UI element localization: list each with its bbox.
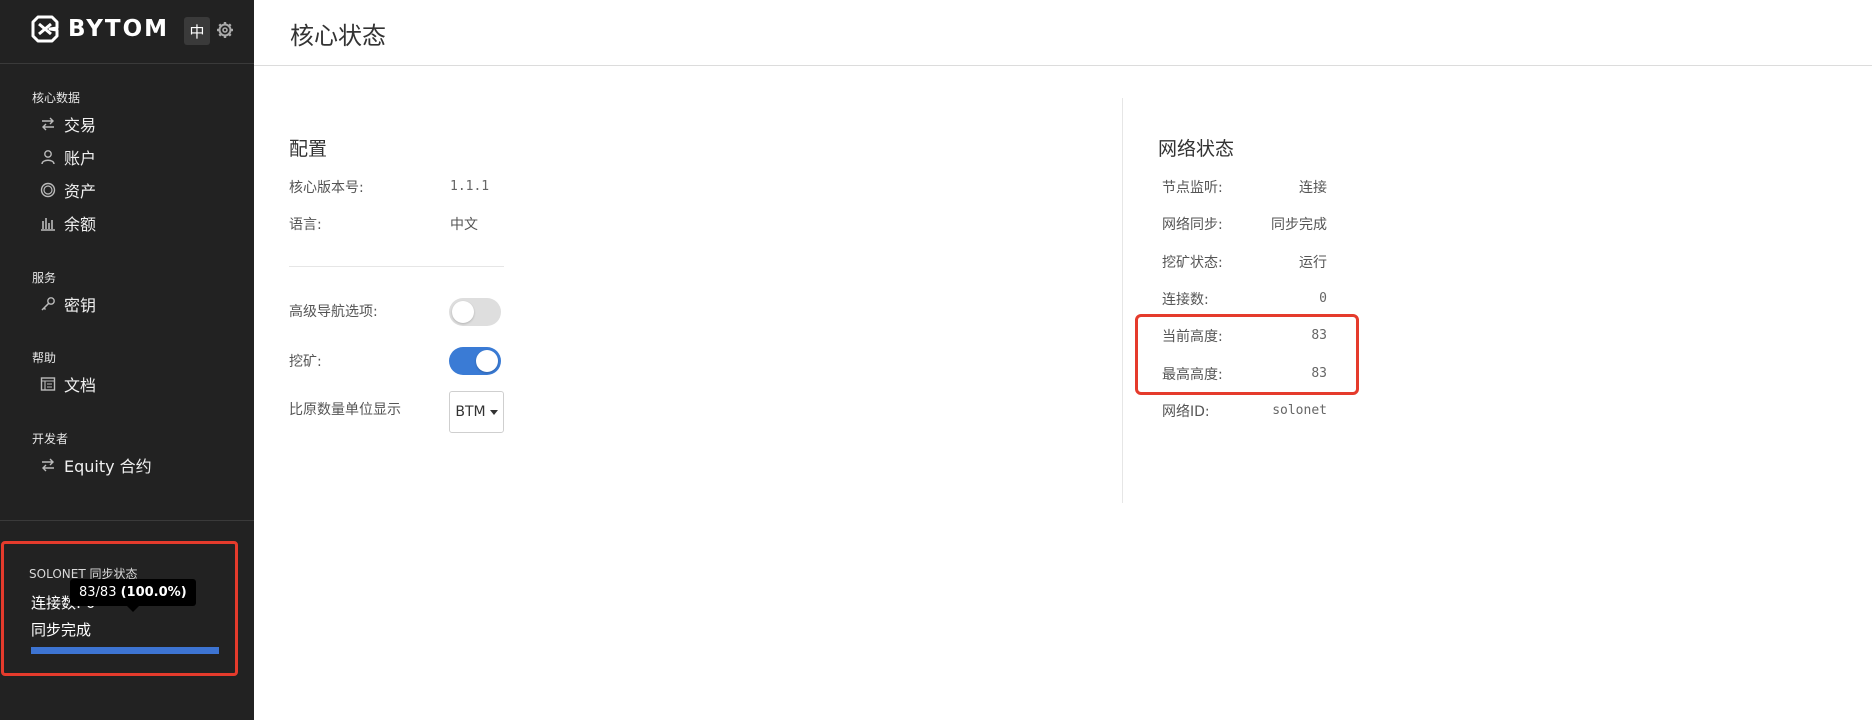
sidebar-item-equity[interactable]: Equity 合约 (0, 448, 254, 481)
height-highlight-box (1135, 314, 1359, 395)
nav-section-title: 开发者 (32, 432, 69, 446)
sidebar-item-assets[interactable]: 资产 (0, 173, 254, 206)
advanced-nav-toggle[interactable] (449, 298, 501, 326)
mining-label: 挖矿: (289, 354, 322, 370)
sync-progress-fill (31, 647, 219, 654)
network-row-value: 0 (1319, 291, 1327, 306)
sidebar-item-label: 密钥 (64, 295, 97, 315)
mining-toggle[interactable] (449, 347, 501, 375)
main-header: 核心状态 (254, 0, 1872, 66)
sidebar-item-label: 文档 (64, 375, 97, 395)
gear-icon[interactable] (216, 21, 234, 39)
nav-section-services: 服务 密钥 (0, 269, 254, 320)
toggle-knob (476, 350, 498, 372)
sidebar-divider (0, 520, 254, 521)
brand-name: BYTOM (68, 16, 170, 42)
tooltip-count: 83/83 (79, 585, 117, 600)
network-row-value: 同步完成 (1271, 217, 1327, 233)
user-icon (40, 149, 56, 165)
tooltip-percent: (100.0%) (120, 585, 187, 600)
network-row-value: solonet (1272, 403, 1327, 418)
document-icon (40, 376, 56, 392)
sidebar: BYTOM 中 核心数据 交易 账户 资产 余额 服务 密钥 帮助 文档 开发者… (0, 0, 254, 720)
sidebar-item-label: 账户 (64, 148, 97, 168)
key-icon (40, 296, 56, 312)
sidebar-item-label: 余额 (64, 214, 97, 234)
nav-section-title: 帮助 (32, 351, 57, 365)
sidebar-item-transactions[interactable]: 交易 (0, 107, 254, 140)
config-section-title: 配置 (289, 138, 328, 160)
sidebar-item-label: Equity 合约 (64, 456, 152, 476)
nav-section-title: 服务 (32, 271, 57, 285)
language-toggle-button[interactable]: 中 (184, 17, 210, 45)
transfer-icon (40, 457, 56, 473)
language-label: 语言: (289, 217, 322, 233)
network-row-value: 运行 (1299, 255, 1327, 271)
brand-logo[interactable]: BYTOM (30, 14, 169, 44)
sidebar-item-keys[interactable]: 密钥 (0, 287, 254, 320)
chevron-down-icon (489, 409, 498, 415)
language-value: 中文 (450, 217, 478, 233)
advanced-nav-label: 高级导航选项: (289, 304, 378, 320)
unit-select[interactable]: BTM (449, 391, 504, 433)
nav-section-core: 核心数据 交易 账户 资产 余额 (0, 89, 254, 239)
sidebar-item-docs[interactable]: 文档 (0, 367, 254, 400)
network-row-value: 连接 (1299, 180, 1327, 196)
config-divider (289, 266, 504, 267)
sidebar-header: BYTOM 中 (0, 0, 254, 64)
unit-select-value: BTM (455, 404, 486, 420)
asset-circle-icon (40, 182, 56, 198)
version-value: 1.1.1 (450, 179, 490, 194)
network-section-title: 网络状态 (1158, 138, 1235, 160)
sync-status-text: 同步完成 (31, 621, 92, 639)
version-label: 核心版本号: (289, 180, 364, 196)
page-title: 核心状态 (290, 22, 386, 50)
sidebar-item-label: 交易 (64, 115, 97, 135)
bar-chart-icon (40, 215, 56, 231)
sidebar-item-accounts[interactable]: 账户 (0, 140, 254, 173)
nav-section-help: 帮助 文档 (0, 349, 254, 400)
nav-section-developer: 开发者 Equity 合约 (0, 430, 254, 481)
section-vertical-divider (1122, 98, 1123, 503)
sync-tooltip: 83/83 (100.0%) (70, 579, 196, 612)
transfer-icon (40, 116, 56, 132)
sidebar-item-balances[interactable]: 余额 (0, 206, 254, 239)
toggle-knob (452, 301, 474, 323)
nav-section-title: 核心数据 (32, 91, 81, 105)
sidebar-item-label: 资产 (64, 181, 97, 201)
bytom-logo-icon (31, 15, 59, 43)
unit-label: 比原数量单位显示 (289, 402, 401, 418)
sync-progress-bar (31, 647, 219, 654)
